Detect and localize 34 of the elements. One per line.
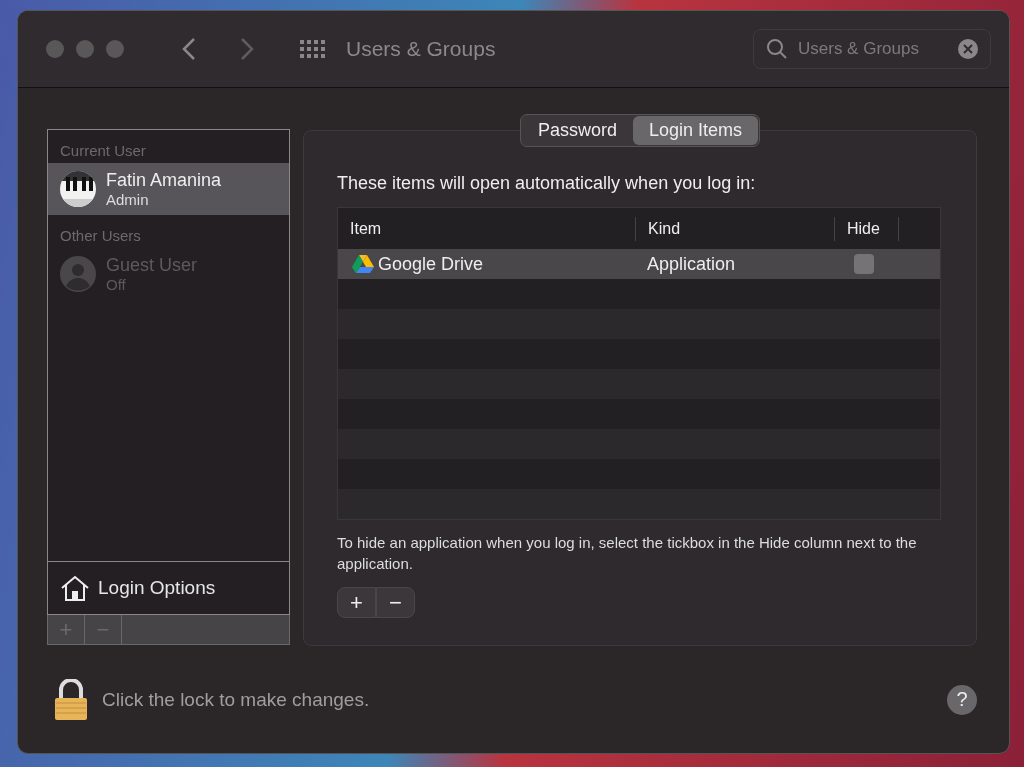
login-options-item[interactable]: Login Options [48, 561, 289, 615]
section-heading: Other Users [59, 226, 142, 247]
help-button[interactable]: ? [947, 684, 977, 715]
clear-icon[interactable] [958, 39, 978, 60]
column-header[interactable]: Hide [834, 216, 898, 241]
user-role: Off [106, 276, 127, 294]
table-cell-text: Application [646, 253, 737, 275]
user-role: Admin [106, 191, 150, 209]
window-title: Users & Groups [346, 37, 497, 62]
grid-icon[interactable] [300, 40, 326, 59]
search-icon [766, 38, 788, 61]
remove-button[interactable]: − [376, 587, 415, 619]
column-header[interactable]: Kind [635, 216, 834, 241]
close-button[interactable] [46, 40, 64, 59]
minimize-button[interactable] [76, 40, 94, 59]
hint-text: To hide an application when you log in, select the tickbox in the Hide column next to the application. [337, 533, 918, 575]
intro-text: These items will open automatically when you log in: [337, 173, 757, 195]
user-name: Fatin Amanina [106, 170, 222, 192]
house-icon [60, 575, 90, 602]
column-header[interactable]: Item [338, 216, 635, 241]
table-row[interactable]: Google Drive Application [338, 249, 940, 280]
user-silhouette-icon [60, 256, 96, 293]
add-button[interactable]: + [337, 587, 376, 619]
section-heading: Current User [59, 141, 147, 162]
tab[interactable]: Login Items [633, 116, 759, 146]
zoom-button[interactable] [106, 40, 124, 59]
lock-icon[interactable] [54, 678, 88, 721]
table-cell: Google Drive [338, 253, 635, 275]
lock-text: Click the lock to make changes. [102, 688, 371, 711]
tab[interactable]: Password [521, 116, 633, 146]
user-name: Guest User [106, 255, 198, 277]
hide-checkbox[interactable] [854, 254, 874, 275]
drive-icon [352, 254, 374, 275]
user-item[interactable]: Fatin Amanina Admin [48, 163, 289, 216]
